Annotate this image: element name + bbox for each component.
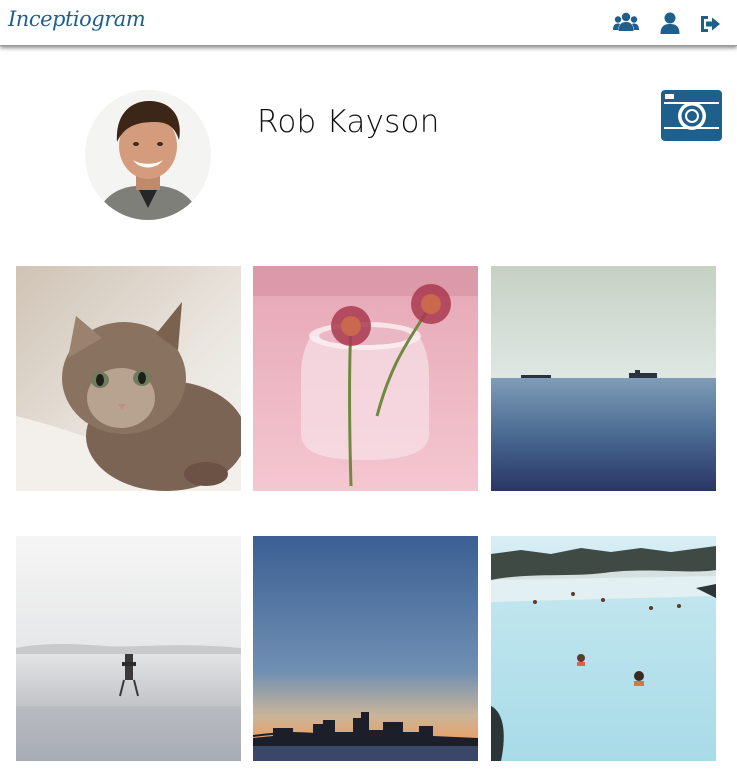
- profile-name: Rob Kayson: [257, 104, 440, 140]
- photo-flowers-in-jar[interactable]: [253, 266, 478, 491]
- brand-logo[interactable]: Inceptiogram: [8, 7, 146, 31]
- photo-sea-with-ships[interactable]: [491, 266, 716, 491]
- top-navbar: Inceptiogram: [0, 0, 737, 46]
- user-icon[interactable]: [659, 11, 681, 37]
- sign-out-icon[interactable]: [698, 11, 722, 37]
- photo-city-skyline-dusk[interactable]: [253, 536, 478, 761]
- photo-blue-lagoon-bathers[interactable]: [491, 536, 716, 761]
- camera-icon[interactable]: [661, 90, 722, 141]
- photo-kitten[interactable]: [16, 266, 241, 491]
- photo-misty-sea-marker[interactable]: [16, 536, 241, 761]
- photo-gallery: [16, 266, 716, 761]
- profile-photo: [85, 90, 211, 220]
- users-icon[interactable]: [613, 11, 639, 37]
